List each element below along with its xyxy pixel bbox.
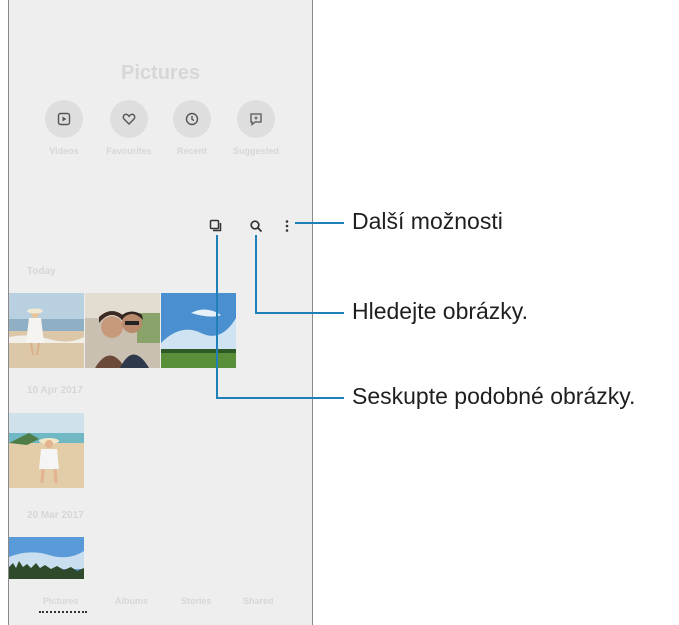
callout-more-options: Další možnosti [352,208,503,234]
callout-lines [216,222,344,399]
callout-search: Hledejte obrázky. [352,298,528,324]
callout-group-similar: Seskupte podobné obrázky. [352,383,636,409]
callout-line-group-similar [216,235,344,399]
callout-line-search [255,235,344,314]
